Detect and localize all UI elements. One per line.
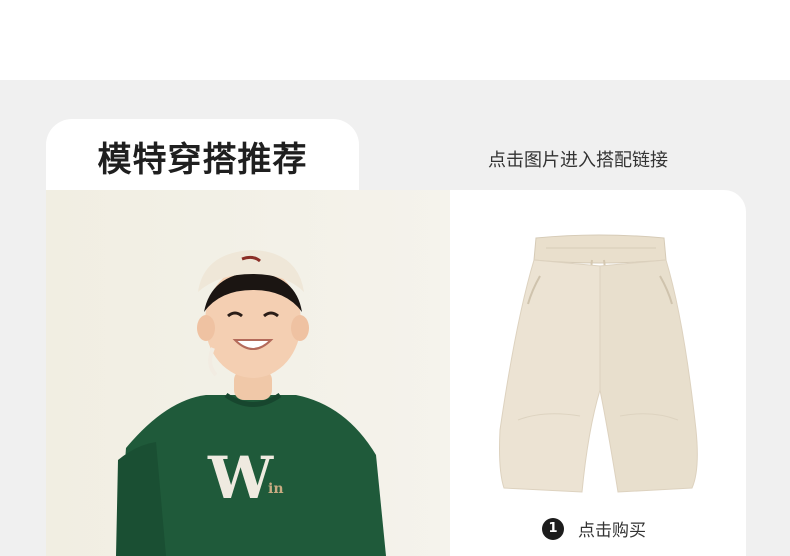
section-title-tab: 模特穿搭推荐 — [46, 119, 359, 199]
section-title: 模特穿搭推荐 — [97, 139, 308, 180]
shirt-small-text: in — [268, 481, 284, 497]
product-card[interactable]: 1 点击购买 — [450, 190, 746, 556]
shorts-image[interactable] — [488, 230, 708, 500]
shirt-letter-w: W — [207, 444, 274, 512]
model-illustration: W in — [46, 190, 450, 556]
top-white-band — [0, 0, 790, 80]
step-number-badge: 1 — [542, 517, 564, 540]
buy-label[interactable]: 点击购买 — [578, 516, 646, 541]
model-photo[interactable]: W in — [46, 190, 450, 556]
buy-action[interactable]: 1 点击购买 — [542, 516, 646, 541]
link-hint: 点击图片进入搭配链接 — [488, 150, 668, 171]
